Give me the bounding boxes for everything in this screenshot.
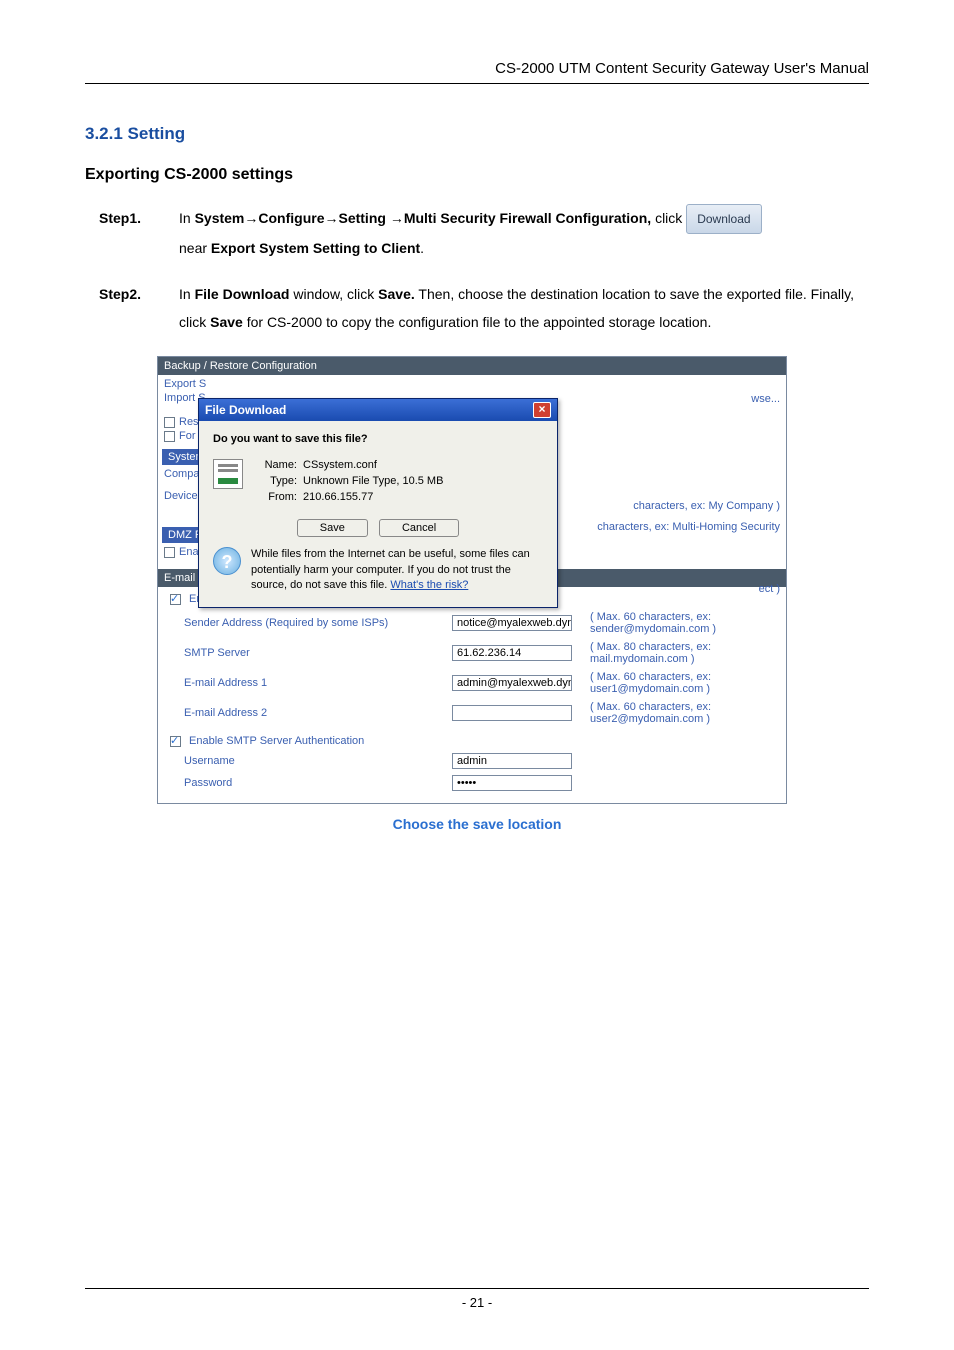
step2-body: In File Download window, click Save. The…	[179, 280, 869, 336]
step2-label: Step2.	[99, 280, 179, 336]
download-button[interactable]: Download	[686, 204, 761, 234]
res-checkbox[interactable]	[164, 417, 175, 428]
close-icon[interactable]: ×	[533, 402, 551, 418]
s2t2: window, click	[289, 286, 378, 302]
name-key: Name:	[253, 459, 303, 471]
email2-note: ( Max. 60 characters, ex: user2@mydomain…	[590, 701, 772, 725]
type-val: Unknown File Type, 10.5 MB	[303, 475, 443, 487]
email1-note: ( Max. 60 characters, ex: user1@mydomain…	[590, 671, 772, 695]
password-label: Password	[184, 777, 444, 789]
email2-input[interactable]	[452, 705, 572, 721]
email-section: Enable E-mail Alert Notification Sender …	[158, 587, 786, 803]
bg-top: Export Swse... Import S Res For System C…	[158, 375, 786, 565]
question-icon: ?	[213, 547, 241, 575]
smtp-input[interactable]: 61.62.236.14	[452, 645, 572, 661]
smtp-note: ( Max. 80 characters, ex: mail.mydomain.…	[590, 641, 772, 665]
s2b3: Save	[210, 314, 243, 330]
sender-note: ( Max. 60 characters, ex: sender@mydomai…	[590, 611, 772, 635]
email1-label: E-mail Address 1	[184, 677, 444, 689]
ect-txt: ect )	[759, 583, 780, 595]
for-txt: For	[179, 430, 196, 442]
file-icon	[213, 459, 243, 489]
screenshot-panel: Backup / Restore Configuration Export Sw…	[157, 356, 787, 804]
backup-bar: Backup / Restore Configuration	[158, 357, 786, 375]
browse-peek: wse...	[751, 393, 780, 405]
hint2: characters, ex: Multi-Homing Security	[597, 521, 780, 533]
smtp-label: SMTP Server	[184, 647, 444, 659]
doc-header: CS-2000 UTM Content Security Gateway Use…	[85, 60, 869, 84]
file-download-dialog: File Download × Do you want to save this…	[198, 398, 558, 608]
dialog-question: Do you want to save this file?	[213, 433, 543, 445]
res-txt: Res	[179, 416, 199, 428]
risk-link[interactable]: What's the risk?	[390, 579, 468, 591]
step1-pre: In	[179, 210, 195, 226]
username-input[interactable]: admin	[452, 753, 572, 769]
step1-mid: click	[655, 210, 686, 226]
step1-row: Step1. In System→Configure→Setting →Mult…	[85, 204, 869, 262]
step1-post1: near	[179, 240, 211, 256]
enable-smtp-checkbox[interactable]	[170, 736, 181, 747]
name-val: CSsystem.conf	[303, 459, 443, 471]
step2-row: Step2. In File Download window, click Sa…	[85, 280, 869, 336]
type-key: Type:	[253, 475, 303, 487]
cancel-button[interactable]: Cancel	[379, 519, 459, 537]
dialog-titlebar: File Download ×	[199, 399, 557, 421]
hint1: characters, ex: My Company )	[633, 500, 780, 512]
ena-txt: Ena	[179, 546, 199, 558]
s2b1: File Download	[195, 286, 290, 302]
page-footer: - 21 -	[85, 1288, 869, 1310]
from-val: 210.66.155.77	[303, 491, 443, 503]
dialog-title-text: File Download	[205, 403, 286, 417]
email2-label: E-mail Address 2	[184, 707, 444, 719]
s2t4: for CS-2000 to copy the configuration fi…	[243, 314, 712, 330]
step1-label: Step1.	[99, 204, 179, 262]
for-checkbox[interactable]	[164, 431, 175, 442]
subsection-title: Exporting CS-2000 settings	[85, 166, 869, 184]
step1-postbold: Export System Setting to Client	[211, 240, 420, 256]
export-txt: Export S	[164, 378, 206, 390]
email1-input[interactable]: admin@myalexweb.dyndr	[452, 675, 572, 691]
step1-path: System→Configure→Setting →Multi Security…	[195, 210, 652, 226]
step1-post2: .	[420, 240, 424, 256]
from-key: From:	[253, 491, 303, 503]
save-button[interactable]: Save	[297, 519, 368, 537]
figure-caption: Choose the save location	[85, 816, 869, 832]
enable-smtp-row: Enable SMTP Server Authentication	[164, 733, 780, 749]
s2b2: Save.	[378, 286, 415, 302]
sender-input[interactable]: notice@myalexweb.dyndr	[452, 615, 572, 631]
section-title: 3.2.1 Setting	[85, 124, 869, 144]
enable-email-checkbox[interactable]	[170, 594, 181, 605]
password-input[interactable]: •••••	[452, 775, 572, 791]
export-row: Export Swse...	[164, 377, 782, 391]
username-label: Username	[184, 755, 444, 767]
warn-text: While files from the Internet can be use…	[251, 547, 543, 593]
enable-smtp-label: Enable SMTP Server Authentication	[189, 735, 364, 747]
s2t1: In	[179, 286, 195, 302]
step1-body: In System→Configure→Setting →Multi Secur…	[179, 204, 869, 262]
sender-label: Sender Address (Required by some ISPs)	[184, 617, 444, 629]
ena-checkbox[interactable]	[164, 547, 175, 558]
